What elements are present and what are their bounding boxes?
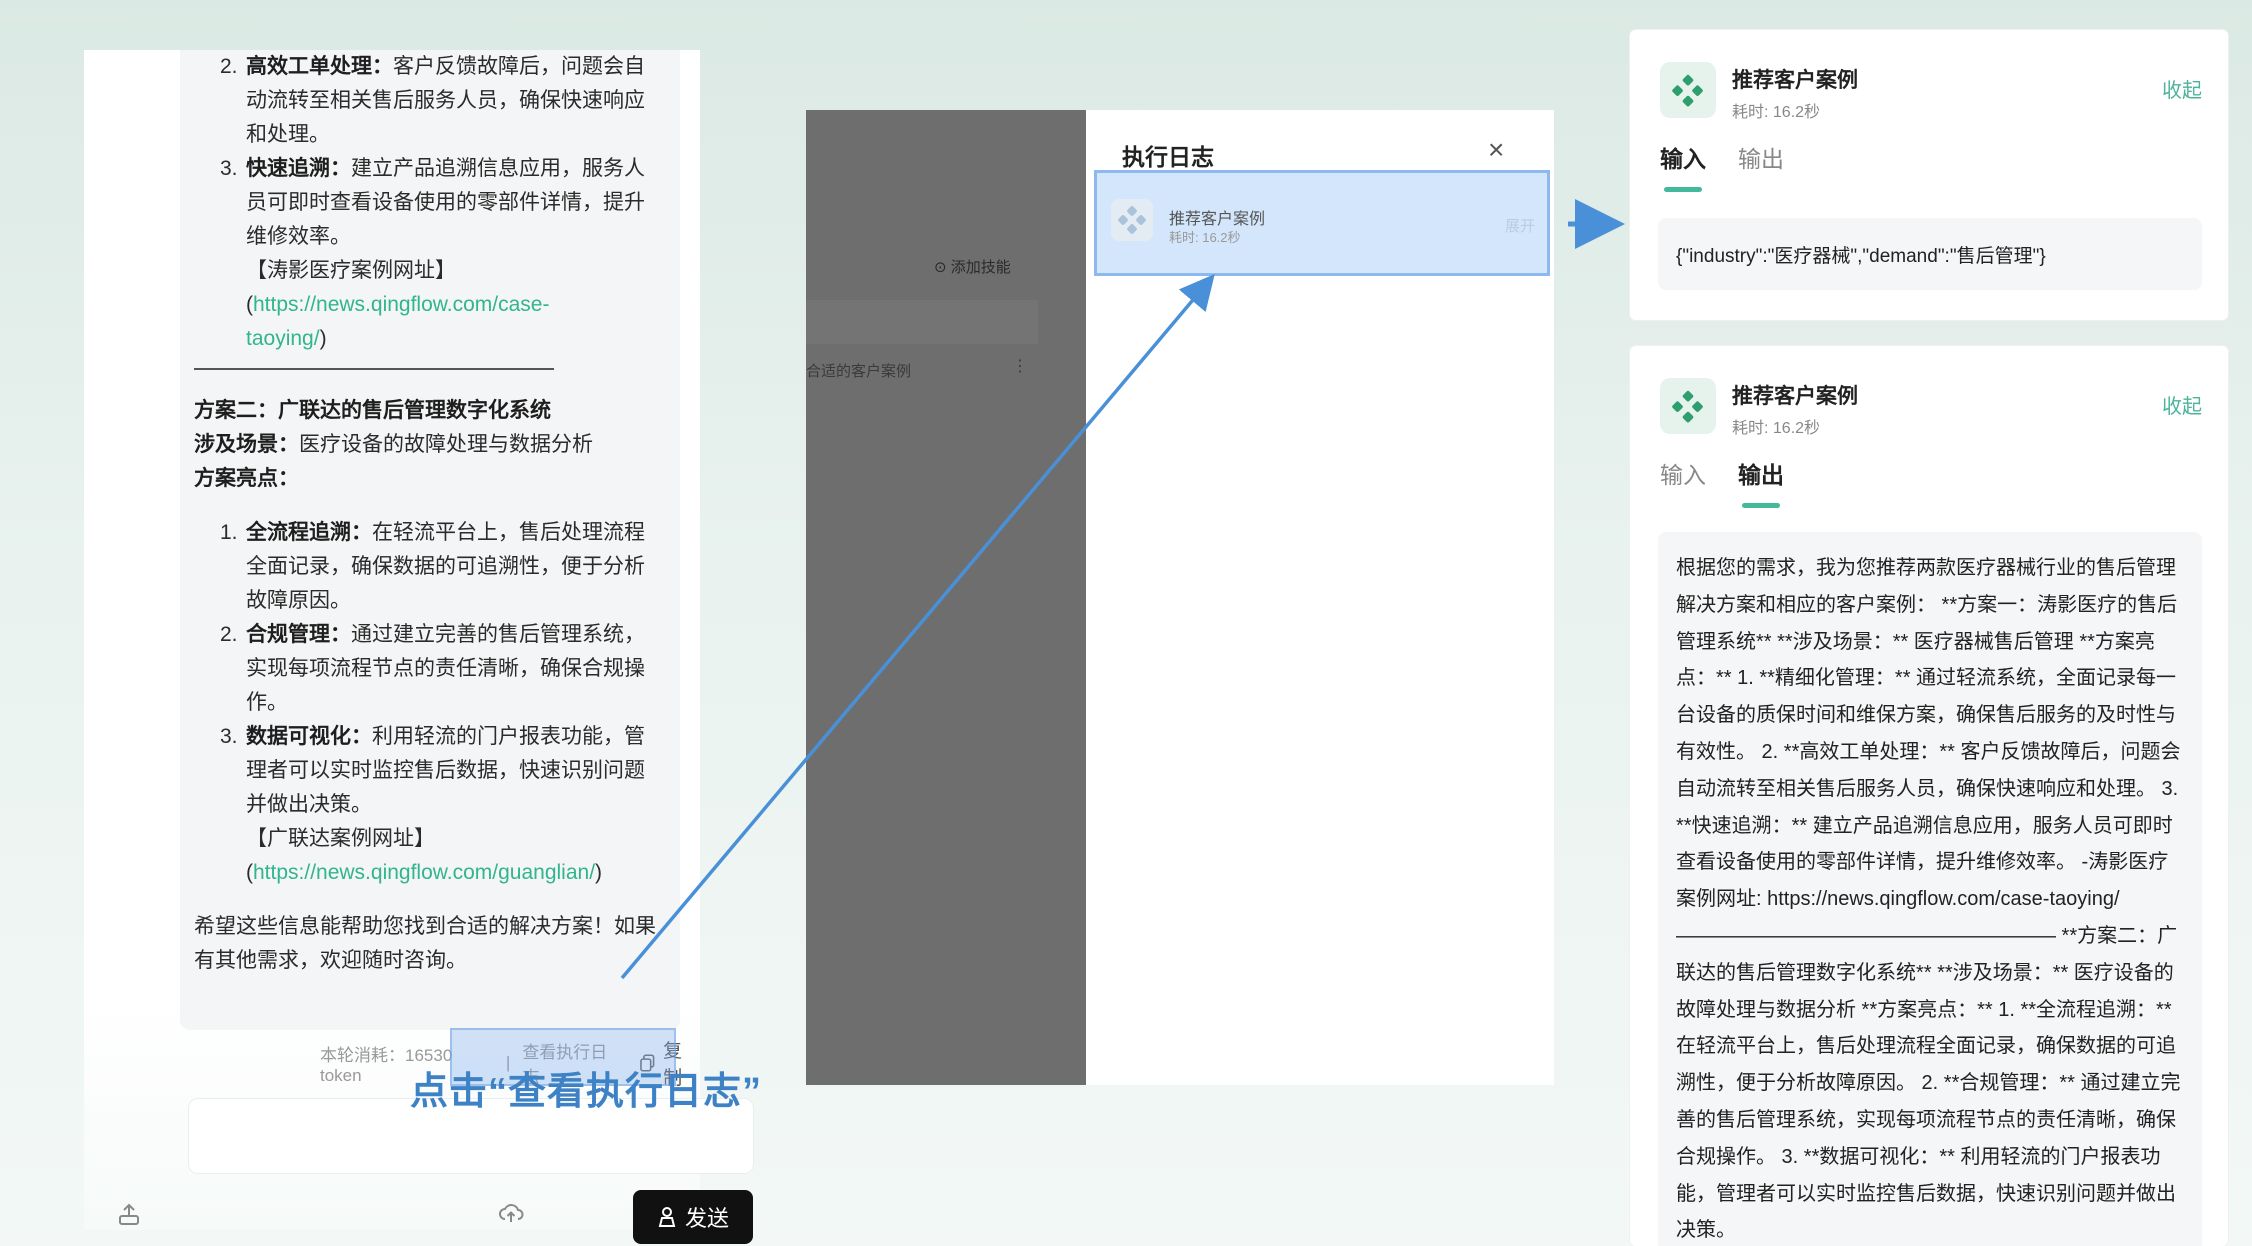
upload-icon[interactable] xyxy=(118,1202,140,1232)
skill-logo-icon xyxy=(1660,378,1716,434)
card-title: 推荐客户案例 xyxy=(1732,69,1858,92)
item-title: 高效工单处理： xyxy=(246,55,393,78)
more-icon[interactable]: ⋮ xyxy=(1012,356,1028,376)
tab-output[interactable]: 输出 xyxy=(1738,456,1784,508)
close-icon[interactable]: × xyxy=(1488,134,1504,166)
list-item: 3. 快速追溯：建立产品追溯信息应用，服务人员可即时查看设备使用的零部件详情，提… xyxy=(220,152,664,254)
highlights-label: 方案亮点： xyxy=(194,467,299,490)
add-skill-label: 添加技能 xyxy=(950,259,1011,276)
send-person-icon xyxy=(658,1207,676,1227)
case-label: 【涛影医疗案例网址】 xyxy=(246,259,456,282)
item-title: 合规管理： xyxy=(246,623,351,646)
list-item: 3. 数据可视化：利用轻流的门户报表功能，管理者可以实时监控售后数据，快速识别问… xyxy=(220,720,664,822)
scene-text: 医疗设备的故障处理与数据分析 xyxy=(299,433,593,456)
log-item-recommend-case[interactable]: 推荐客户案例 耗时: 16.2秒 展开 xyxy=(1094,170,1550,276)
scene-label: 涉及场景： xyxy=(194,433,299,456)
case-link-guanglian[interactable]: https://news.qingflow.com/guanglian/ xyxy=(253,861,595,884)
output-text: 根据您的需求，我为您推荐两款医疗器械行业的售后管理解决方案和相应的客户案例： *… xyxy=(1658,532,2202,1246)
card-title: 推荐客户案例 xyxy=(1732,385,1858,408)
tab-bar: 输入 输出 xyxy=(1660,140,1784,192)
item-title: 数据可视化： xyxy=(246,725,372,748)
dimmed-background-panel: ⊙ 添加技能 合适的客户案例 ⋮ xyxy=(806,110,1086,1085)
card-time: 耗时: 16.2秒 xyxy=(1732,420,1821,437)
dimmed-bar xyxy=(806,300,1038,344)
card-output-detail: 推荐客户案例 耗时: 16.2秒 收起 输入 输出 根据您的需求，我为您推荐两款… xyxy=(1630,346,2228,1246)
collapse-button[interactable]: 收起 xyxy=(2162,74,2202,103)
dimmed-case-label: 合适的客户案例 xyxy=(806,363,912,380)
list-number: 3. xyxy=(220,157,238,180)
case-label: 【广联达案例网址】 xyxy=(246,827,435,850)
skill-logo-icon xyxy=(1660,62,1716,118)
paren: ( xyxy=(246,293,253,316)
closing-text: 希望这些信息能帮助您找到合适的解决方案！如果有其他需求，欢迎随时咨询。 xyxy=(194,915,656,972)
collapse-button[interactable]: 收起 xyxy=(2162,390,2202,419)
separator xyxy=(194,368,554,380)
assistant-message-text: 2. 高效工单处理：客户反馈故障后，问题会自动流转至相关售后服务人员，确保快速响… xyxy=(194,50,664,978)
skill-logo-icon xyxy=(1111,199,1153,241)
input-json: {"industry":"医疗器械","demand":"售后管理"} xyxy=(1658,218,2202,290)
tab-input[interactable]: 输入 xyxy=(1660,140,1706,192)
item-title: 全流程追溯： xyxy=(246,521,372,544)
log-item-name: 推荐客户案例 xyxy=(1169,211,1266,228)
case-link-taoying[interactable]: https://news.qingflow.com/case- xyxy=(253,293,549,316)
card-time: 耗时: 16.2秒 xyxy=(1732,104,1821,121)
list-number: 2. xyxy=(220,55,238,78)
card-input-detail: 推荐客户案例 耗时: 16.2秒 收起 输入 输出 {"industry":"医… xyxy=(1630,30,2228,320)
add-skill-button[interactable]: ⊙ 添加技能 xyxy=(934,256,1011,277)
list-number: 3. xyxy=(220,725,238,748)
list-number: 2. xyxy=(220,623,238,646)
plan2-title: 方案二：广联达的售后管理数字化系统 xyxy=(194,399,551,422)
list-item: 1. 全流程追溯：在轻流平台上，售后处理流程全面记录，确保数据的可追溯性，便于分… xyxy=(220,516,664,618)
cloud-upload-icon[interactable] xyxy=(498,1202,524,1230)
case-link-taoying-cont[interactable]: taoying/ xyxy=(246,327,320,350)
paren: ) xyxy=(595,861,603,884)
execution-log-panel: 执行日志 × 推荐客户案例 耗时: 16.2秒 展开 xyxy=(1086,110,1554,1085)
tab-output[interactable]: 输出 xyxy=(1738,140,1784,192)
paren: ( xyxy=(246,861,253,884)
item-title: 快速追溯： xyxy=(246,157,351,180)
log-item-time: 耗时: 16.2秒 xyxy=(1169,230,1241,245)
list-number: 1. xyxy=(220,521,238,544)
send-label: 发送 xyxy=(684,1206,729,1231)
list-item: 2. 合规管理：通过建立完善的售后管理系统，实现每项流程节点的责任清晰，确保合规… xyxy=(220,618,664,720)
tab-bar: 输入 输出 xyxy=(1660,456,1784,508)
log-title: 执行日志 xyxy=(1122,144,1214,170)
chat-panel: 2. 高效工单处理：客户反馈故障后，问题会自动流转至相关售后服务人员，确保快速响… xyxy=(84,50,754,1244)
instruction-callout: 点击“查看执行日志” xyxy=(410,1071,763,1113)
tab-input[interactable]: 输入 xyxy=(1660,456,1706,508)
list-item: 2. 高效工单处理：客户反馈故障后，问题会自动流转至相关售后服务人员，确保快速响… xyxy=(220,50,664,152)
send-button[interactable]: 发送 xyxy=(633,1190,753,1244)
expand-link[interactable]: 展开 xyxy=(1505,215,1535,236)
paren: ) xyxy=(319,327,327,350)
